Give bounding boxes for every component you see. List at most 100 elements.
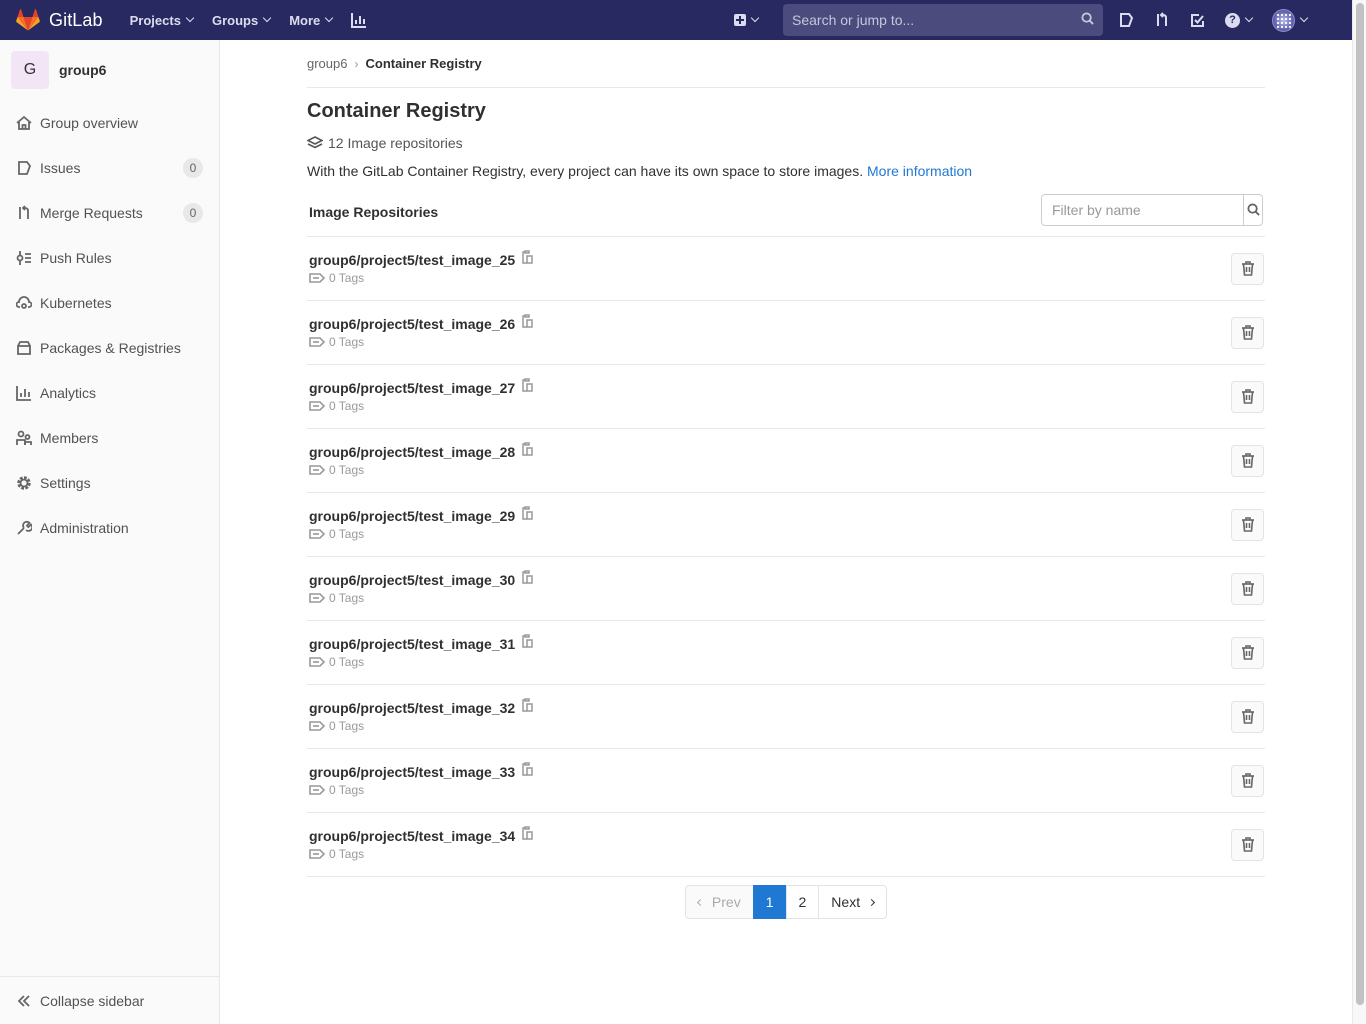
sidebar-item-settings[interactable]: Settings [0, 460, 219, 505]
delete-repository-button[interactable] [1231, 636, 1264, 669]
copy-path-button[interactable] [521, 826, 533, 840]
copy-path-button[interactable] [521, 762, 533, 776]
copy-path-button[interactable] [521, 506, 533, 520]
groups-menu[interactable]: Groups [211, 12, 272, 28]
delete-repository-button[interactable] [1231, 252, 1264, 285]
chevron-down-icon [750, 13, 760, 23]
issues-button[interactable] [1119, 12, 1134, 28]
repository-name-link[interactable]: group6/project5/test_image_32 [309, 700, 515, 716]
layers-icon [307, 136, 323, 149]
copy-icon [522, 698, 533, 712]
delete-repository-button[interactable] [1231, 508, 1264, 541]
delete-repository-button[interactable] [1231, 828, 1264, 861]
tag-icon [309, 849, 325, 859]
copy-path-button[interactable] [521, 698, 533, 712]
sidebar-item-analytics[interactable]: Analytics [0, 370, 219, 415]
copy-path-button[interactable] [521, 570, 533, 584]
repository-row: group6/project5/test_image_31 0 Tags [307, 621, 1265, 685]
delete-repository-button[interactable] [1231, 444, 1264, 477]
group-context-header[interactable]: G group6 [0, 40, 219, 100]
sidebar-item-issues[interactable]: Issues 0 [0, 145, 219, 190]
repository-name-link[interactable]: group6/project5/test_image_33 [309, 764, 515, 780]
chevron-down-icon [1244, 13, 1254, 23]
chevron-down-icon [185, 13, 195, 23]
sidebar: G group6 Group overview Issues 0 Merge R… [0, 40, 220, 1024]
trash-icon [1241, 837, 1254, 852]
todos-button[interactable] [1190, 13, 1205, 28]
new-dropdown-button[interactable] [734, 13, 760, 26]
copy-path-button[interactable] [521, 314, 533, 328]
projects-menu[interactable]: Projects [130, 13, 195, 28]
sidebar-item-packages-registries[interactable]: Packages & Registries [0, 325, 219, 370]
sidebar-item-label: Settings [40, 474, 91, 491]
collapse-sidebar-button[interactable]: Collapse sidebar [0, 976, 219, 1024]
repository-row: group6/project5/test_image_28 0 Tags [307, 429, 1265, 493]
sidebar-item-group-overview[interactable]: Group overview [0, 100, 219, 145]
delete-repository-button[interactable] [1231, 700, 1264, 733]
merge-request-icon [16, 204, 32, 221]
chevron-down-icon [1299, 13, 1309, 23]
delete-repository-button[interactable] [1231, 380, 1264, 413]
sidebar-item-kubernetes[interactable]: Kubernetes [0, 280, 219, 325]
trash-icon [1241, 325, 1254, 340]
delete-repository-button[interactable] [1231, 316, 1264, 349]
copy-icon [522, 250, 533, 264]
repository-name-link[interactable]: group6/project5/test_image_27 [309, 380, 515, 396]
copy-icon [522, 826, 533, 840]
tag-icon [309, 337, 325, 347]
collapse-sidebar-label: Collapse sidebar [40, 992, 145, 1009]
tags-count: 0 Tags [329, 399, 365, 413]
page-1-button[interactable]: 1 [752, 885, 787, 919]
groups-menu-label: Groups [211, 12, 259, 28]
repository-name-link[interactable]: group6/project5/test_image_30 [309, 572, 515, 588]
trash-icon [1241, 773, 1254, 788]
image-repositories-title: Image Repositories [309, 203, 439, 220]
repo-count-text: 12 Image repositories [328, 135, 463, 151]
chevron-left-icon [696, 898, 704, 906]
sidebar-item-label: Packages & Registries [40, 339, 181, 356]
sidebar-item-administration[interactable]: Administration [0, 505, 219, 550]
help-dropdown[interactable]: ? [1225, 12, 1254, 28]
page-title: Container Registry [307, 100, 486, 122]
merge-requests-button[interactable] [1154, 12, 1170, 28]
sidebar-item-members[interactable]: Members [0, 415, 219, 460]
next-page-button[interactable]: Next [818, 885, 888, 919]
repository-name-link[interactable]: group6/project5/test_image_31 [309, 636, 515, 652]
copy-path-button[interactable] [521, 442, 533, 456]
filter-input[interactable] [1042, 194, 1243, 225]
scrollbar-thumb[interactable] [1356, 3, 1364, 1005]
filter-search-button[interactable] [1243, 194, 1262, 225]
repository-row: group6/project5/test_image_30 0 Tags [307, 557, 1265, 621]
copy-icon [522, 442, 533, 456]
copy-icon [522, 506, 533, 520]
gitlab-logo-link[interactable]: GitLab [16, 0, 103, 40]
prev-page-button[interactable]: Prev [684, 885, 754, 919]
delete-repository-button[interactable] [1231, 572, 1264, 605]
user-menu[interactable] [1272, 8, 1309, 32]
repository-name-link[interactable]: group6/project5/test_image_29 [309, 508, 515, 524]
analytics-button[interactable] [351, 12, 367, 28]
repository-name-link[interactable]: group6/project5/test_image_28 [309, 444, 515, 460]
copy-path-button[interactable] [521, 250, 533, 264]
repository-name-link[interactable]: group6/project5/test_image_34 [309, 828, 515, 844]
trash-icon [1241, 261, 1254, 276]
repository-name-link[interactable]: group6/project5/test_image_25 [309, 252, 515, 268]
more-information-link[interactable]: More information [867, 163, 972, 179]
copy-path-button[interactable] [521, 378, 533, 392]
breadcrumb-current[interactable]: Container Registry [365, 56, 481, 71]
search-input[interactable]: Search or jump to... [783, 4, 1103, 36]
chevron-right-icon [868, 898, 876, 906]
breadcrumb-group-link[interactable]: group6 [307, 56, 347, 71]
copy-path-button[interactable] [521, 634, 533, 648]
issues-icon [16, 160, 32, 176]
repository-name-link[interactable]: group6/project5/test_image_26 [309, 316, 515, 332]
page-scrollbar[interactable] [1352, 0, 1366, 1024]
delete-repository-button[interactable] [1231, 764, 1264, 797]
more-menu[interactable]: More [289, 13, 334, 28]
sidebar-item-merge-requests[interactable]: Merge Requests 0 [0, 190, 219, 235]
page-2-button[interactable]: 2 [785, 885, 820, 919]
issues-count-badge: 0 [183, 157, 203, 178]
prev-label: Prev [711, 894, 741, 910]
sidebar-item-push-rules[interactable]: Push Rules [0, 235, 219, 280]
copy-icon [522, 762, 533, 776]
